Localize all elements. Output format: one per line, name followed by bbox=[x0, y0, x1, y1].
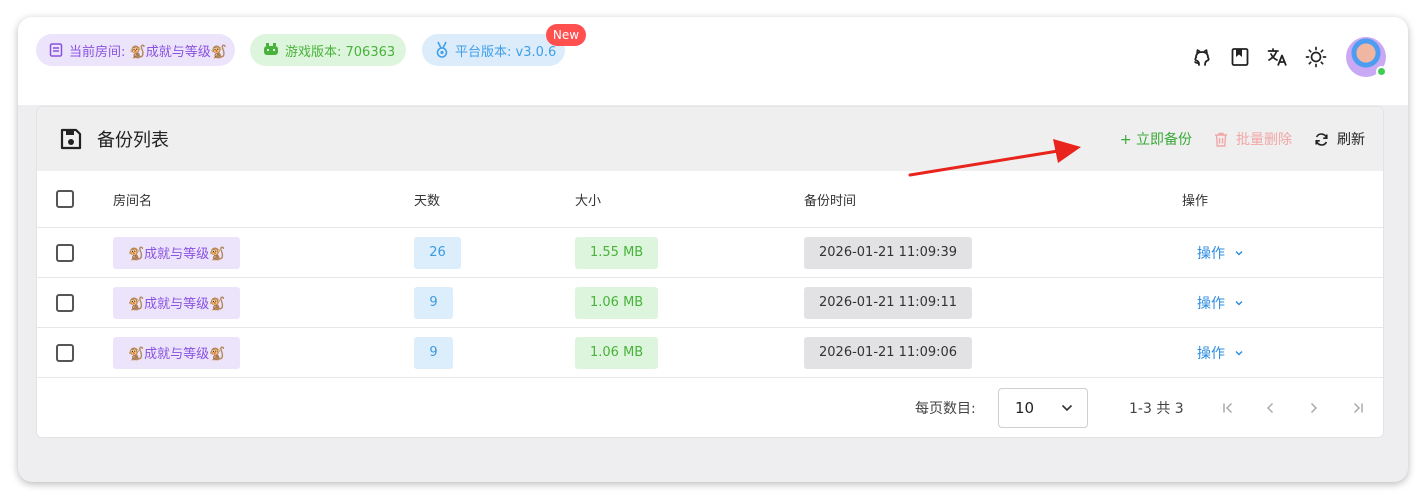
size-cell: 1.06 MB bbox=[575, 278, 659, 327]
backup-now-button[interactable]: + 立即备份 bbox=[1120, 129, 1192, 149]
new-badge: New bbox=[546, 24, 586, 46]
room-cell: 🐒成就与等级🐒 bbox=[113, 328, 241, 377]
row-checkbox[interactable] bbox=[56, 343, 74, 362]
per-page-select[interactable]: 10 bbox=[998, 388, 1088, 428]
last-page-icon bbox=[1353, 402, 1363, 414]
game-controller-icon bbox=[264, 43, 278, 55]
current-room-chip[interactable]: 当前房间: 🐒成就与等级🐒 bbox=[36, 34, 235, 66]
first-page-icon bbox=[1223, 402, 1233, 414]
header-time: 备份时间 bbox=[804, 193, 857, 209]
game-version-label: 游戏版本: 706363 bbox=[285, 44, 396, 60]
row-action-label: 操作 bbox=[1197, 295, 1225, 312]
batch-delete-button[interactable]: 批量删除 bbox=[1214, 129, 1292, 149]
medal-icon bbox=[436, 41, 448, 58]
days-cell: 9 bbox=[414, 278, 453, 327]
refresh-button[interactable]: 刷新 bbox=[1314, 129, 1365, 149]
size-tag: 1.06 MB bbox=[575, 286, 659, 319]
select-all-checkbox[interactable] bbox=[56, 190, 74, 208]
row-checkbox[interactable] bbox=[56, 293, 74, 312]
room-icon bbox=[49, 43, 63, 57]
room-tag: 🐒成就与等级🐒 bbox=[113, 286, 241, 319]
card-title: 备份列表 bbox=[97, 130, 169, 151]
header-room: 房间名 bbox=[113, 193, 153, 209]
user-avatar[interactable] bbox=[1346, 37, 1387, 77]
days-tag: 9 bbox=[414, 336, 453, 369]
platform-version-label: 平台版本: v3.0.6 bbox=[455, 44, 557, 60]
header-actions: + 立即备份 批量删除 刷新 bbox=[1120, 107, 1365, 171]
pagination-bar: 每页数目: 10 1-3 共 3 bbox=[37, 377, 1383, 437]
platform-version-chip[interactable]: 平台版本: v3.0.6 bbox=[422, 34, 565, 66]
row-action-label: 操作 bbox=[1197, 345, 1225, 362]
header-days: 天数 bbox=[414, 193, 441, 209]
next-page-button[interactable] bbox=[1303, 397, 1325, 419]
table-row: 🐒成就与等级🐒 9 1.06 MB 2026-01-21 11:09:06 操作 bbox=[37, 327, 1383, 377]
top-icon-bar bbox=[1190, 37, 1387, 77]
book-icon[interactable] bbox=[1228, 45, 1252, 69]
backup-list-card: 备份列表 + 立即备份 批量删除 刷新 房间名 天数 大小 备份时间 操作 🐒成… bbox=[36, 106, 1384, 438]
floppy-disk-icon bbox=[59, 127, 83, 151]
time-cell: 2026-01-21 11:09:11 bbox=[804, 278, 973, 327]
row-select-cell bbox=[56, 328, 74, 377]
table-row: 🐒成就与等级🐒 26 1.55 MB 2026-01-21 11:09:39 操… bbox=[37, 227, 1383, 277]
days-cell: 26 bbox=[414, 228, 461, 277]
game-version-chip[interactable]: 游戏版本: 706363 bbox=[250, 34, 406, 66]
backup-now-label: + 立即备份 bbox=[1119, 132, 1192, 148]
chevron-left-icon bbox=[1266, 402, 1274, 414]
refresh-label: 刷新 bbox=[1337, 132, 1365, 148]
table-row: 🐒成就与等级🐒 9 1.06 MB 2026-01-21 11:09:11 操作 bbox=[37, 277, 1383, 327]
action-cell: 操作 bbox=[1197, 278, 1243, 327]
translate-icon[interactable] bbox=[1266, 45, 1290, 69]
room-tag: 🐒成就与等级🐒 bbox=[113, 236, 241, 269]
chevron-down-icon bbox=[1061, 404, 1073, 412]
chevron-right-icon bbox=[1310, 402, 1318, 414]
batch-delete-label: 批量删除 bbox=[1236, 132, 1292, 148]
size-tag: 1.06 MB bbox=[575, 336, 659, 369]
row-checkbox[interactable] bbox=[56, 243, 74, 262]
time-tag: 2026-01-21 11:09:11 bbox=[804, 286, 973, 319]
action-cell: 操作 bbox=[1197, 328, 1243, 377]
refresh-icon bbox=[1315, 132, 1328, 146]
days-tag: 9 bbox=[414, 286, 453, 319]
select-all-cell bbox=[56, 171, 74, 227]
room-cell: 🐒成就与等级🐒 bbox=[113, 278, 241, 327]
time-tag: 2026-01-21 11:09:39 bbox=[804, 236, 973, 269]
size-tag: 1.55 MB bbox=[575, 236, 659, 269]
github-icon[interactable] bbox=[1190, 45, 1214, 69]
action-cell: 操作 bbox=[1197, 228, 1243, 277]
first-page-button[interactable] bbox=[1217, 397, 1239, 419]
online-status-dot bbox=[1376, 66, 1387, 77]
days-tag: 26 bbox=[414, 236, 461, 269]
trash-icon bbox=[1215, 132, 1227, 147]
chevron-down-icon bbox=[1235, 350, 1243, 355]
header-action: 操作 bbox=[1182, 193, 1209, 209]
room-cell: 🐒成就与等级🐒 bbox=[113, 228, 241, 277]
theme-sun-icon[interactable] bbox=[1304, 45, 1328, 69]
top-bar: 当前房间: 🐒成就与等级🐒 游戏版本: 706363 平台版本: v3.0.6 … bbox=[18, 17, 1408, 105]
size-cell: 1.55 MB bbox=[575, 228, 659, 277]
chevron-down-icon bbox=[1235, 250, 1243, 255]
row-action-dropdown[interactable]: 操作 bbox=[1197, 343, 1243, 363]
days-cell: 9 bbox=[414, 328, 453, 377]
room-chip-label: 当前房间: 🐒成就与等级🐒 bbox=[69, 44, 227, 60]
app-window: 当前房间: 🐒成就与等级🐒 游戏版本: 706363 平台版本: v3.0.6 … bbox=[18, 17, 1408, 482]
page-range-text: 1-3 共 3 bbox=[1129, 401, 1184, 417]
time-cell: 2026-01-21 11:09:06 bbox=[804, 328, 973, 377]
row-action-label: 操作 bbox=[1197, 245, 1225, 262]
row-action-dropdown[interactable]: 操作 bbox=[1197, 293, 1243, 313]
chevron-down-icon bbox=[1235, 300, 1243, 305]
table-header: 房间名 天数 大小 备份时间 操作 bbox=[37, 171, 1383, 227]
last-page-button[interactable] bbox=[1347, 397, 1369, 419]
per-page-label: 每页数目: bbox=[915, 401, 976, 417]
time-cell: 2026-01-21 11:09:39 bbox=[804, 228, 973, 277]
header-size: 大小 bbox=[575, 193, 602, 209]
room-tag: 🐒成就与等级🐒 bbox=[113, 336, 241, 369]
per-page-value: 10 bbox=[1015, 399, 1035, 417]
row-select-cell bbox=[56, 228, 74, 277]
time-tag: 2026-01-21 11:09:06 bbox=[804, 336, 973, 369]
row-select-cell bbox=[56, 278, 74, 327]
size-cell: 1.06 MB bbox=[575, 328, 659, 377]
card-header: 备份列表 + 立即备份 批量删除 刷新 bbox=[37, 107, 1383, 171]
prev-page-button[interactable] bbox=[1259, 397, 1281, 419]
row-action-dropdown[interactable]: 操作 bbox=[1197, 243, 1243, 263]
